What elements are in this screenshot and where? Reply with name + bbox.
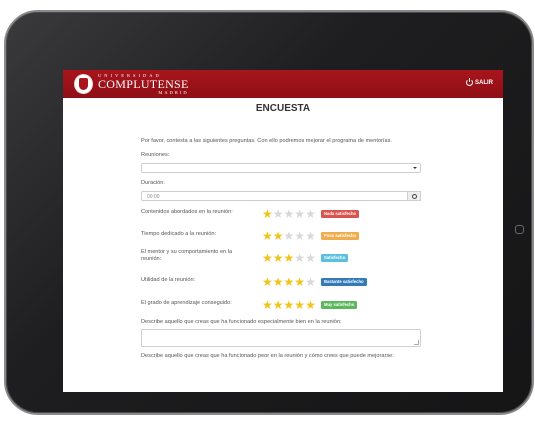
intro-text: Por favor, contesta a las siguientes pre…	[141, 138, 392, 144]
duration-label: Duración:	[141, 180, 165, 186]
meetings-select[interactable]	[141, 163, 421, 173]
rating-label: El mentor y su comportamiento en la reun…	[141, 249, 233, 262]
power-icon	[466, 78, 473, 86]
star-icon[interactable]: ★	[273, 230, 284, 242]
star-icon[interactable]: ★	[284, 208, 295, 220]
rating-label: El grado de aprendizaje conseguido:	[141, 300, 232, 306]
star-rating[interactable]: ★ ★ ★ ★ ★	[262, 230, 316, 242]
star-icon[interactable]: ★	[262, 252, 273, 264]
star-icon[interactable]: ★	[305, 230, 316, 242]
logout-button[interactable]: SALIR	[466, 78, 493, 86]
time-picker-button[interactable]	[407, 191, 421, 201]
home-button[interactable]	[515, 225, 524, 234]
star-icon[interactable]: ★	[284, 252, 295, 264]
clock-icon	[411, 193, 417, 199]
star-rating[interactable]: ★ ★ ★ ★ ★	[262, 252, 316, 264]
star-icon[interactable]: ★	[305, 299, 316, 311]
star-icon[interactable]: ★	[294, 252, 305, 264]
rating-badge: Bastante satisfecho	[321, 278, 367, 286]
positive-feedback-textarea[interactable]	[141, 329, 421, 347]
meetings-label: Reuniones:	[141, 152, 170, 158]
star-rating[interactable]: ★ ★ ★ ★ ★	[262, 299, 316, 311]
rating-badge: Poco satisfecho	[321, 232, 360, 240]
star-rating[interactable]: ★ ★ ★ ★ ★	[262, 208, 316, 220]
star-icon[interactable]: ★	[273, 252, 284, 264]
star-icon[interactable]: ★	[284, 230, 295, 242]
rating-label: Contenidos abordados en la reunión:	[141, 209, 233, 215]
star-icon[interactable]: ★	[294, 276, 305, 288]
top-bar: UNIVERSIDAD COMPLUTENSE MADRID SALIR	[63, 70, 503, 98]
star-icon[interactable]: ★	[273, 208, 284, 220]
star-icon[interactable]: ★	[305, 208, 316, 220]
duration-input[interactable]: 00:00	[141, 191, 421, 201]
star-icon[interactable]: ★	[305, 252, 316, 264]
tablet-frame: UNIVERSIDAD COMPLUTENSE MADRID SALIR ENC…	[4, 10, 534, 415]
chevron-down-icon	[413, 167, 417, 169]
star-icon[interactable]: ★	[273, 299, 284, 311]
logout-label: SALIR	[475, 79, 493, 86]
negative-feedback-label: Describe aquello que creas que ha funcio…	[141, 353, 394, 359]
star-icon[interactable]: ★	[262, 208, 273, 220]
resize-grip-icon	[414, 340, 419, 345]
star-icon[interactable]: ★	[262, 230, 273, 242]
screen: UNIVERSIDAD COMPLUTENSE MADRID SALIR ENC…	[63, 70, 503, 392]
star-icon[interactable]: ★	[305, 276, 316, 288]
rating-label: Tiempo dedicado a la reunión:	[141, 231, 217, 237]
university-seal-icon	[74, 74, 93, 94]
university-logo[interactable]: UNIVERSIDAD COMPLUTENSE MADRID	[98, 73, 189, 95]
star-rating[interactable]: ★ ★ ★ ★ ★	[262, 276, 316, 288]
duration-value: 00:00	[147, 193, 160, 200]
camera	[17, 220, 20, 223]
star-icon[interactable]: ★	[284, 299, 295, 311]
star-icon[interactable]: ★	[284, 276, 295, 288]
page-title: ENCUESTA	[255, 103, 311, 114]
star-icon[interactable]: ★	[262, 299, 273, 311]
star-icon[interactable]: ★	[294, 299, 305, 311]
star-icon[interactable]: ★	[262, 276, 273, 288]
star-icon[interactable]: ★	[294, 230, 305, 242]
star-icon[interactable]: ★	[273, 276, 284, 288]
star-icon[interactable]: ★	[294, 208, 305, 220]
logo-main-text: COMPLUTENSE	[98, 77, 189, 91]
rating-label: Utilidad de la reunión:	[141, 277, 196, 283]
rating-badge: Satisfecho	[321, 254, 349, 262]
rating-badge: Muy satisfecho	[321, 301, 358, 309]
rating-badge: Nada satisfecho	[321, 210, 360, 218]
positive-feedback-label: Describe aquello que creas que ha funcio…	[141, 319, 342, 325]
